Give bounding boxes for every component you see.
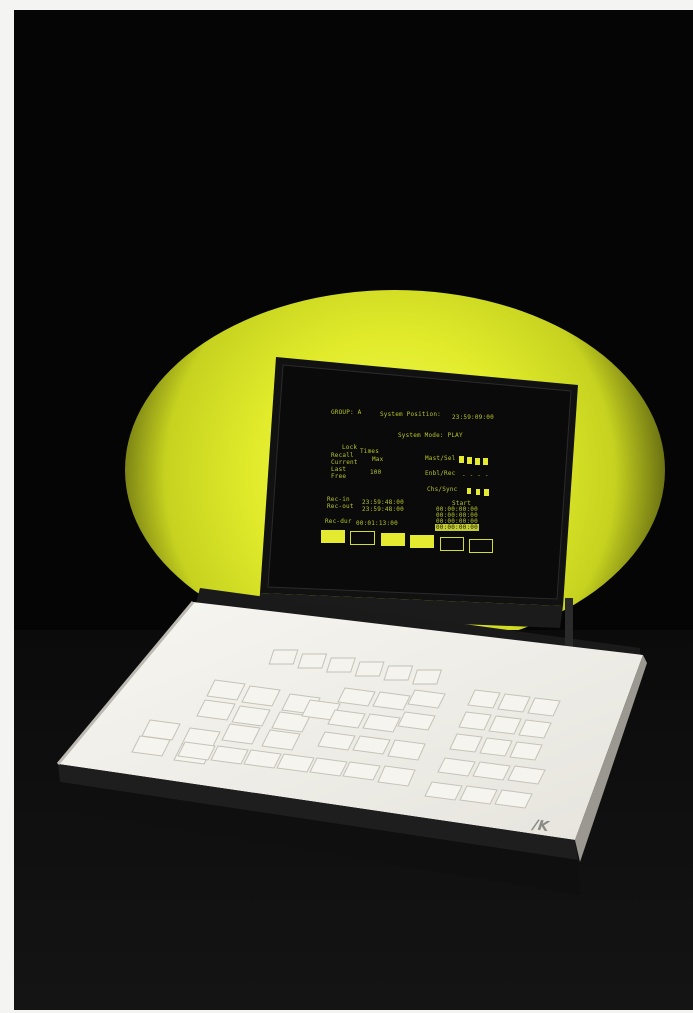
screen-rec-out-label: Rec-out	[327, 503, 354, 510]
screen-current-label: Current	[331, 459, 358, 466]
softkey-4	[410, 535, 434, 548]
softkey-1	[321, 530, 345, 543]
softkey-3	[381, 533, 405, 546]
logo-mark: /K	[530, 817, 551, 836]
screen-lock-header-2: Times	[360, 448, 380, 455]
screen-mast-sel-label: Mast/Sel	[425, 455, 456, 462]
screen-enbl-rec-label: Enbl/Rec	[425, 470, 456, 477]
monitor	[258, 357, 578, 628]
mast-sel-indicator-3	[475, 458, 480, 465]
screen-lock-100: 100	[370, 469, 382, 476]
chs-sync-indicator-2	[476, 489, 480, 495]
screen-group: GROUP: A	[331, 409, 362, 416]
screen-lock-header-1: Lock	[342, 444, 358, 451]
screen-rec-out-value: 23:59:48:00	[362, 506, 404, 513]
screen-system-position-value: 23:59:09:00	[452, 414, 494, 421]
screen-rec-dur-label: Rec-dur	[325, 518, 352, 525]
mast-sel-indicator-1	[459, 456, 464, 463]
softkey-6	[469, 539, 493, 553]
softkey-5	[440, 537, 464, 551]
screen-lock-max: Max	[372, 456, 384, 463]
mast-sel-indicator-2	[467, 457, 472, 464]
screen-chs-sync-label: Chs/Sync	[427, 486, 458, 493]
screen-system-position-label: System Position:	[380, 411, 441, 418]
screen-rec-in-label: Rec-in	[327, 496, 350, 503]
screen-rec-in-value: 23:59:48:00	[362, 499, 404, 506]
screen-free-label: Free	[331, 473, 347, 480]
screen-last-label: Last	[331, 466, 347, 473]
screen-status-dashes: - - - -	[462, 472, 489, 479]
screen-start-time-4: 00:00:00:00	[435, 524, 479, 531]
mast-sel-indicator-4	[483, 458, 488, 465]
screen-system-mode: System Mode: PLAY	[398, 432, 463, 439]
chs-sync-indicator-3	[484, 489, 489, 496]
screen-recall-label: Recall	[331, 452, 354, 459]
screen-rec-dur-value: 00:01:13:00	[356, 520, 398, 527]
softkey-2	[350, 531, 375, 545]
chs-sync-indicator-1	[467, 488, 471, 494]
